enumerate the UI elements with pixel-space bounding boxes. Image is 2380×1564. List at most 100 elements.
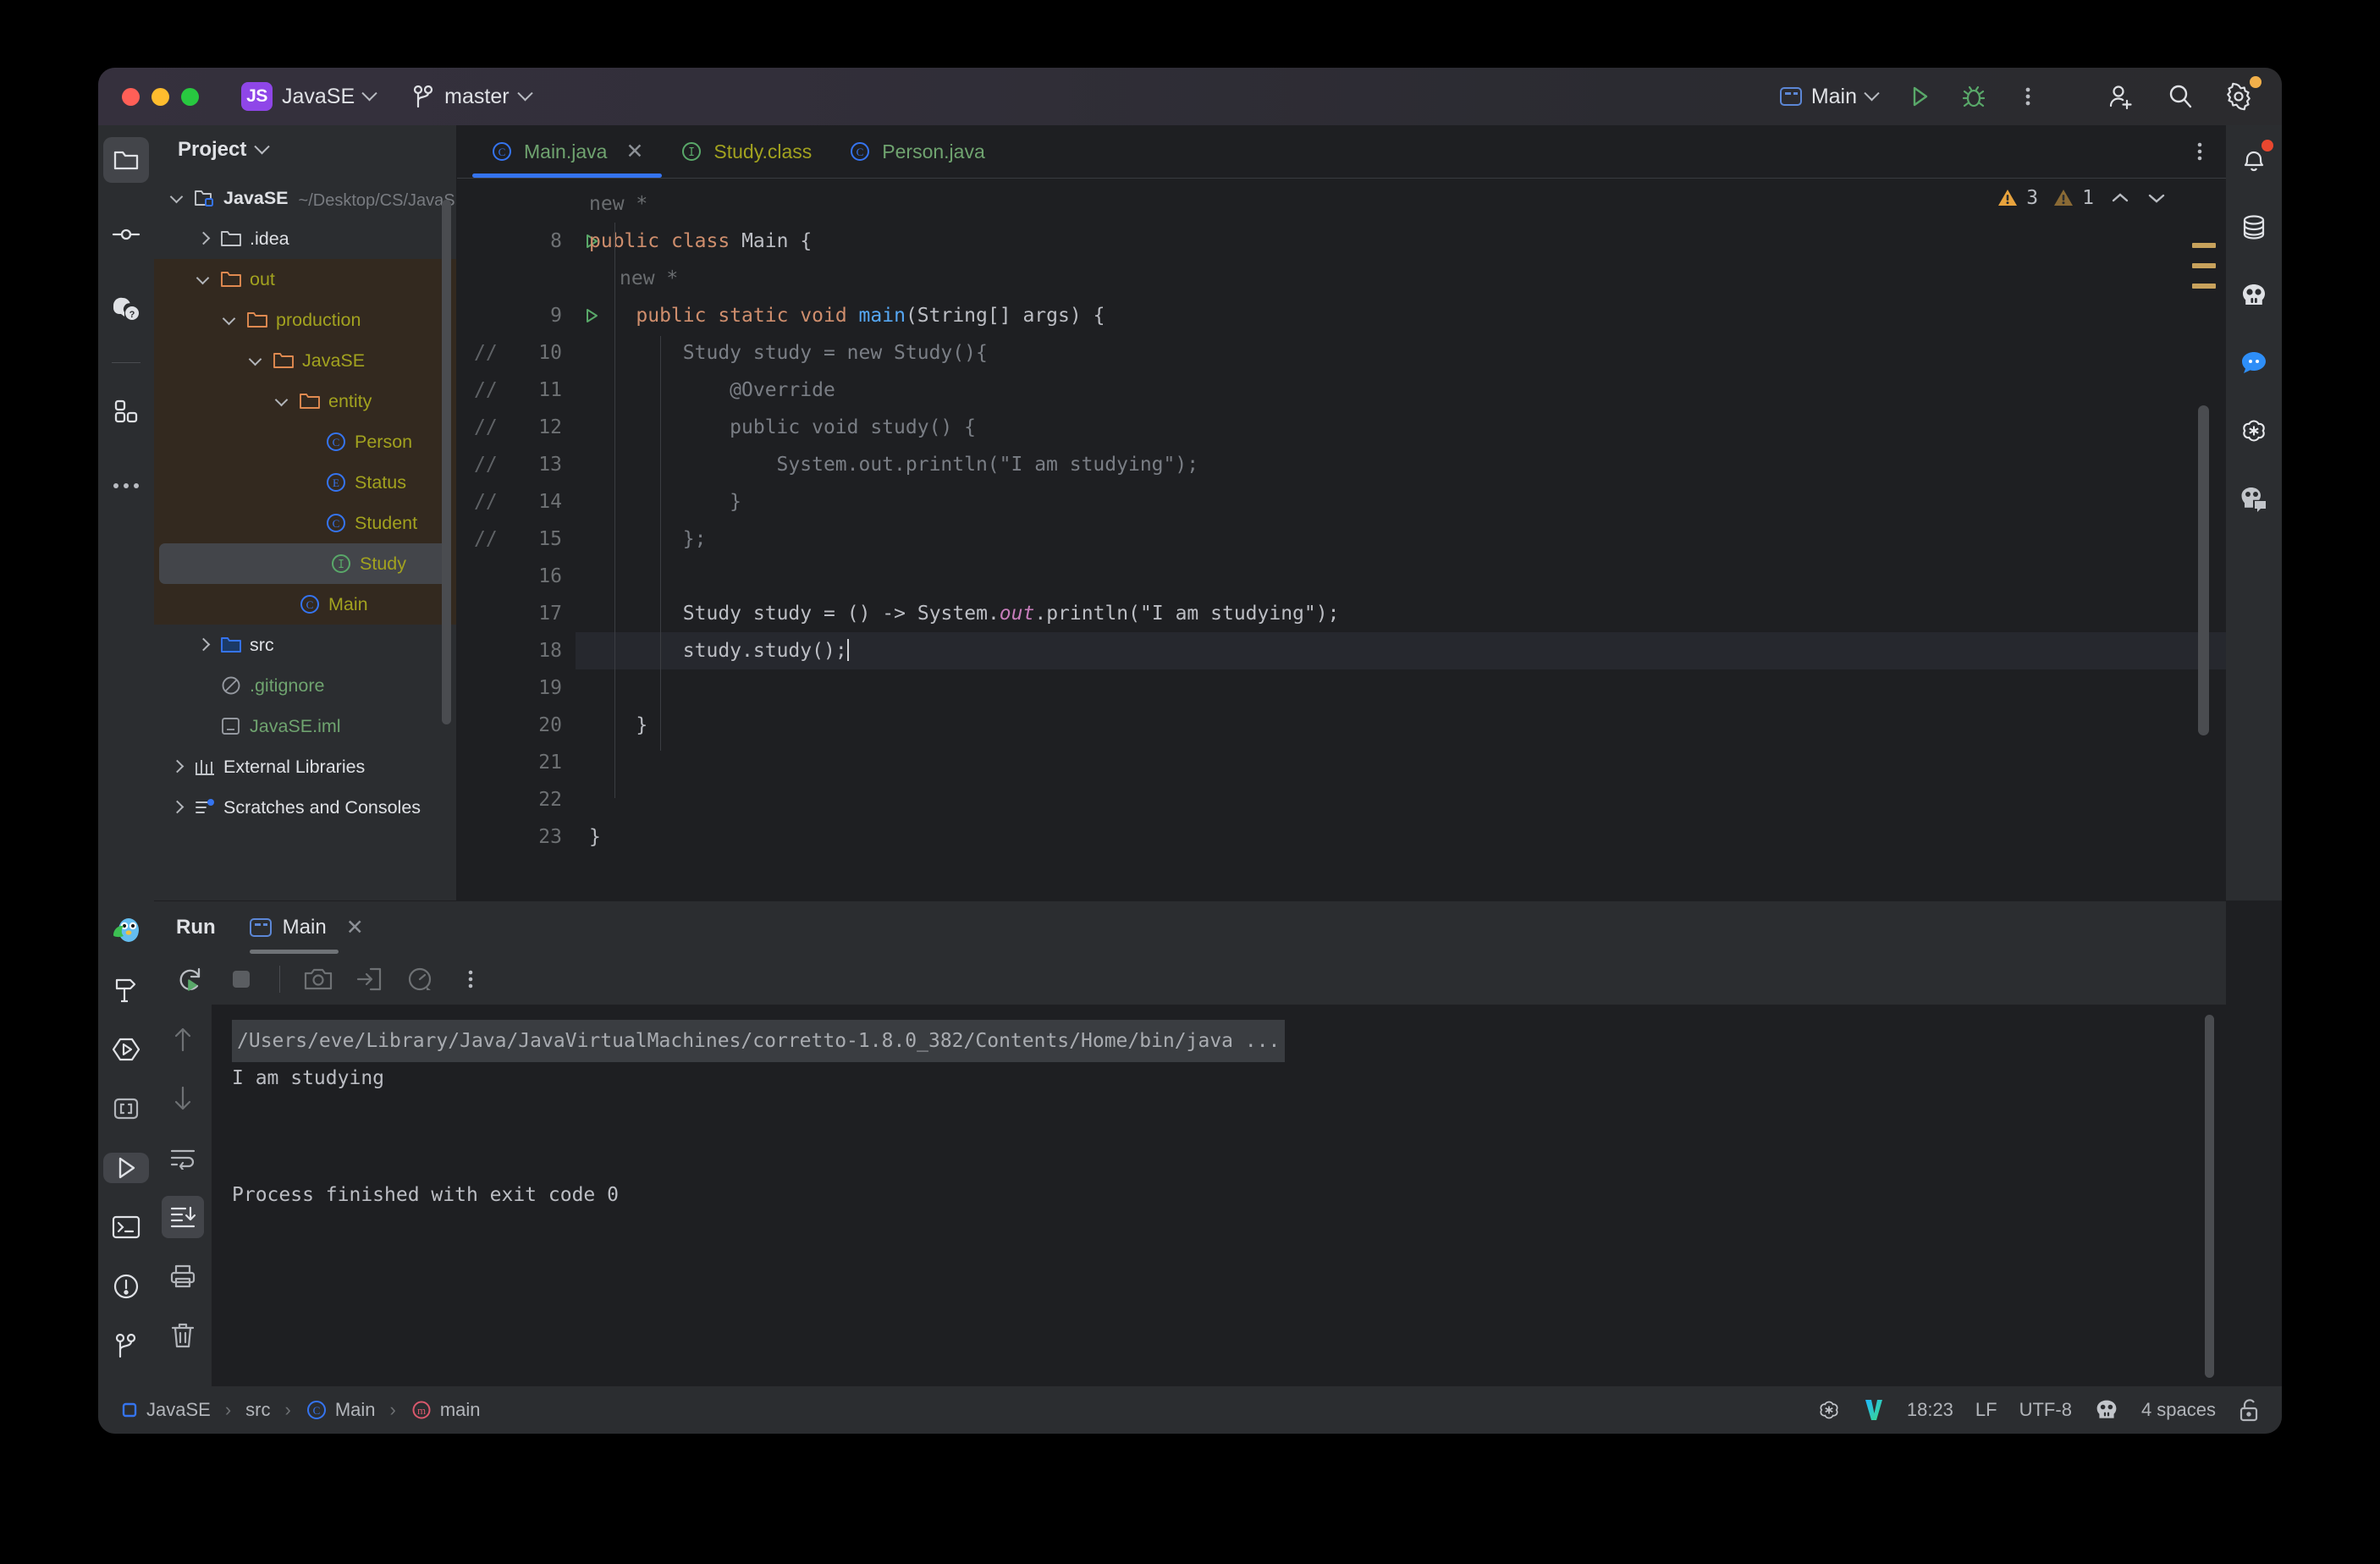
- status-time[interactable]: 18:23: [1907, 1399, 1953, 1421]
- code-line-17[interactable]: Study study = () -> System.out.println("…: [576, 595, 2226, 632]
- close-icon[interactable]: ✕: [625, 139, 643, 164]
- scroll-to-end-button[interactable]: [162, 1196, 204, 1238]
- sidebar-item-build[interactable]: [103, 975, 149, 1005]
- search-button[interactable]: [2160, 76, 2201, 117]
- editor-tab-bar[interactable]: C Main.java ✕ I Study.class C Person.java: [457, 125, 2226, 178]
- close-window-button[interactable]: [122, 87, 140, 106]
- notifications-button[interactable]: [2231, 137, 2277, 183]
- settings-button[interactable]: [2219, 76, 2262, 117]
- error-stripe-bar[interactable]: 3 1: [1998, 179, 2226, 900]
- tree-item-javase-iml[interactable]: JavaSE.iml: [154, 706, 456, 746]
- status-indent[interactable]: 4 spaces: [2141, 1399, 2216, 1421]
- sidebar-item-version-control[interactable]: [103, 1330, 149, 1361]
- sidebar-item-commit[interactable]: [103, 212, 149, 257]
- run-button[interactable]: [1899, 76, 1940, 117]
- previous-problem-icon[interactable]: [2110, 190, 2130, 206]
- clear-all-button[interactable]: [162, 1314, 204, 1357]
- tree-item-production[interactable]: production: [154, 300, 456, 340]
- error-stripe-mark[interactable]: [2192, 284, 2216, 289]
- database-button[interactable]: [2231, 205, 2277, 251]
- chevron-right-icon[interactable]: [196, 229, 214, 248]
- chevron-down-icon[interactable]: [169, 189, 188, 207]
- code-line-15[interactable]: // };: [474, 520, 2226, 558]
- status-line-separator[interactable]: LF: [1975, 1399, 1997, 1421]
- debug-button[interactable]: [1953, 76, 1994, 117]
- breadcrumb-item-src[interactable]: src: [245, 1399, 270, 1421]
- gutter-line-16[interactable]: 16: [457, 558, 576, 595]
- run-console-output[interactable]: /Users/eve/Library/Java/JavaVirtualMachi…: [212, 1005, 2226, 1386]
- editor-tabs-more-icon[interactable]: [2195, 139, 2204, 164]
- more-vertical-icon[interactable]: [2008, 76, 2048, 117]
- code-line-13[interactable]: // System.out.println("I am studying");: [474, 446, 2226, 483]
- sidebar-item-more[interactable]: [103, 463, 149, 509]
- chat-button[interactable]: [2231, 340, 2277, 386]
- editor-tab-study-class[interactable]: I Study.class: [662, 125, 830, 178]
- tree-item-external-libraries[interactable]: External Libraries: [154, 746, 456, 787]
- code-line-12[interactable]: // public void study() {: [474, 409, 2226, 446]
- gutter-line-9[interactable]: 9: [457, 297, 598, 334]
- chevron-down-icon[interactable]: [222, 311, 240, 329]
- tree-item-status[interactable]: E Status: [154, 462, 456, 503]
- inlay-hint[interactable]: new *: [620, 267, 678, 289]
- gutter-line-18[interactable]: 18: [457, 632, 576, 669]
- sidebar-item-terminal[interactable]: [103, 1212, 149, 1242]
- project-panel-header[interactable]: Project: [154, 125, 456, 174]
- profiler-button[interactable]: [399, 958, 441, 1000]
- editor-tab-main-java[interactable]: C Main.java ✕: [472, 125, 663, 178]
- code-lines[interactable]: new * public class Main { new * public sta…: [474, 179, 2226, 900]
- assistant-chat-button[interactable]: [2231, 476, 2277, 521]
- code-line-18[interactable]: study.study();: [576, 632, 2226, 669]
- run-configuration-selector[interactable]: Main: [1770, 76, 1887, 117]
- screenshot-button[interactable]: [297, 958, 339, 1000]
- gutter-line-20[interactable]: 20: [457, 707, 576, 744]
- code-editor[interactable]: 8 9 10 11 12 13 14 15 16 17 18 19 20 21 22 23 new * publ…: [457, 179, 2226, 900]
- openai-icon[interactable]: [1817, 1398, 1841, 1422]
- code-line-16[interactable]: [576, 558, 2226, 595]
- sidebar-item-plugins[interactable]: [103, 388, 149, 434]
- tree-item-src[interactable]: src: [154, 625, 456, 665]
- gutter-line-22[interactable]: 22: [457, 781, 576, 818]
- chevron-right-icon[interactable]: [169, 798, 188, 817]
- editor-vertical-scrollbar[interactable]: [2198, 405, 2209, 735]
- tree-item-student[interactable]: C Student: [154, 503, 456, 543]
- next-problem-icon[interactable]: [2146, 190, 2167, 206]
- sidebar-item-ai-assistant[interactable]: ?: [103, 286, 149, 332]
- gutter-line-23[interactable]: 23: [457, 818, 576, 856]
- rerun-button[interactable]: [169, 958, 212, 1000]
- chevron-right-icon[interactable]: [196, 636, 214, 654]
- v-logo-icon[interactable]: [1863, 1397, 1885, 1423]
- error-stripe-mark[interactable]: [2192, 263, 2216, 268]
- console-scrollbar[interactable]: [2205, 1015, 2214, 1378]
- code-line-21[interactable]: [576, 744, 2226, 781]
- add-user-button[interactable]: [2101, 76, 2141, 117]
- ai-face-icon[interactable]: [2094, 1398, 2119, 1422]
- tree-item-entity[interactable]: entity: [154, 381, 456, 421]
- code-line-22[interactable]: [576, 781, 2226, 818]
- tree-item-person[interactable]: C Person: [154, 421, 456, 462]
- ai-assistant-button[interactable]: [2231, 273, 2277, 318]
- chevron-down-icon[interactable]: [248, 351, 267, 370]
- gutter-line-8[interactable]: 8: [457, 223, 598, 260]
- editor-tab-person-java[interactable]: C Person.java: [830, 125, 1003, 178]
- code-line-14[interactable]: // }: [474, 483, 2226, 520]
- code-line-8[interactable]: public class Main {: [576, 223, 2226, 260]
- sidebar-item-run[interactable]: [103, 1153, 149, 1183]
- tree-item-idea[interactable]: .idea: [154, 218, 456, 259]
- close-icon[interactable]: ✕: [346, 915, 364, 940]
- sidebar-item-problems[interactable]: [103, 1271, 149, 1302]
- gutter-line-21[interactable]: 21: [457, 744, 576, 781]
- chevron-down-icon[interactable]: [274, 392, 293, 410]
- code-line-19[interactable]: [576, 669, 2226, 707]
- code-line-11[interactable]: // @Override: [474, 372, 2226, 409]
- tree-item-javase[interactable]: JavaSE ~/Desktop/CS/JavaSE基础: [154, 178, 456, 218]
- inlay-hint[interactable]: new *: [589, 193, 647, 215]
- minimize-window-button[interactable]: [152, 87, 169, 106]
- maximize-window-button[interactable]: [181, 87, 199, 106]
- tree-item-javase[interactable]: JavaSE: [154, 340, 456, 381]
- sidebar-item-services[interactable]: [103, 1034, 149, 1065]
- scroll-up-button[interactable]: [162, 1018, 204, 1060]
- code-line-20[interactable]: }: [576, 707, 2226, 744]
- code-line-9[interactable]: public static void main(String[] args) {: [576, 297, 2226, 334]
- breadcrumb-item-main[interactable]: C Main: [306, 1399, 376, 1421]
- sidebar-item-project[interactable]: [103, 137, 149, 183]
